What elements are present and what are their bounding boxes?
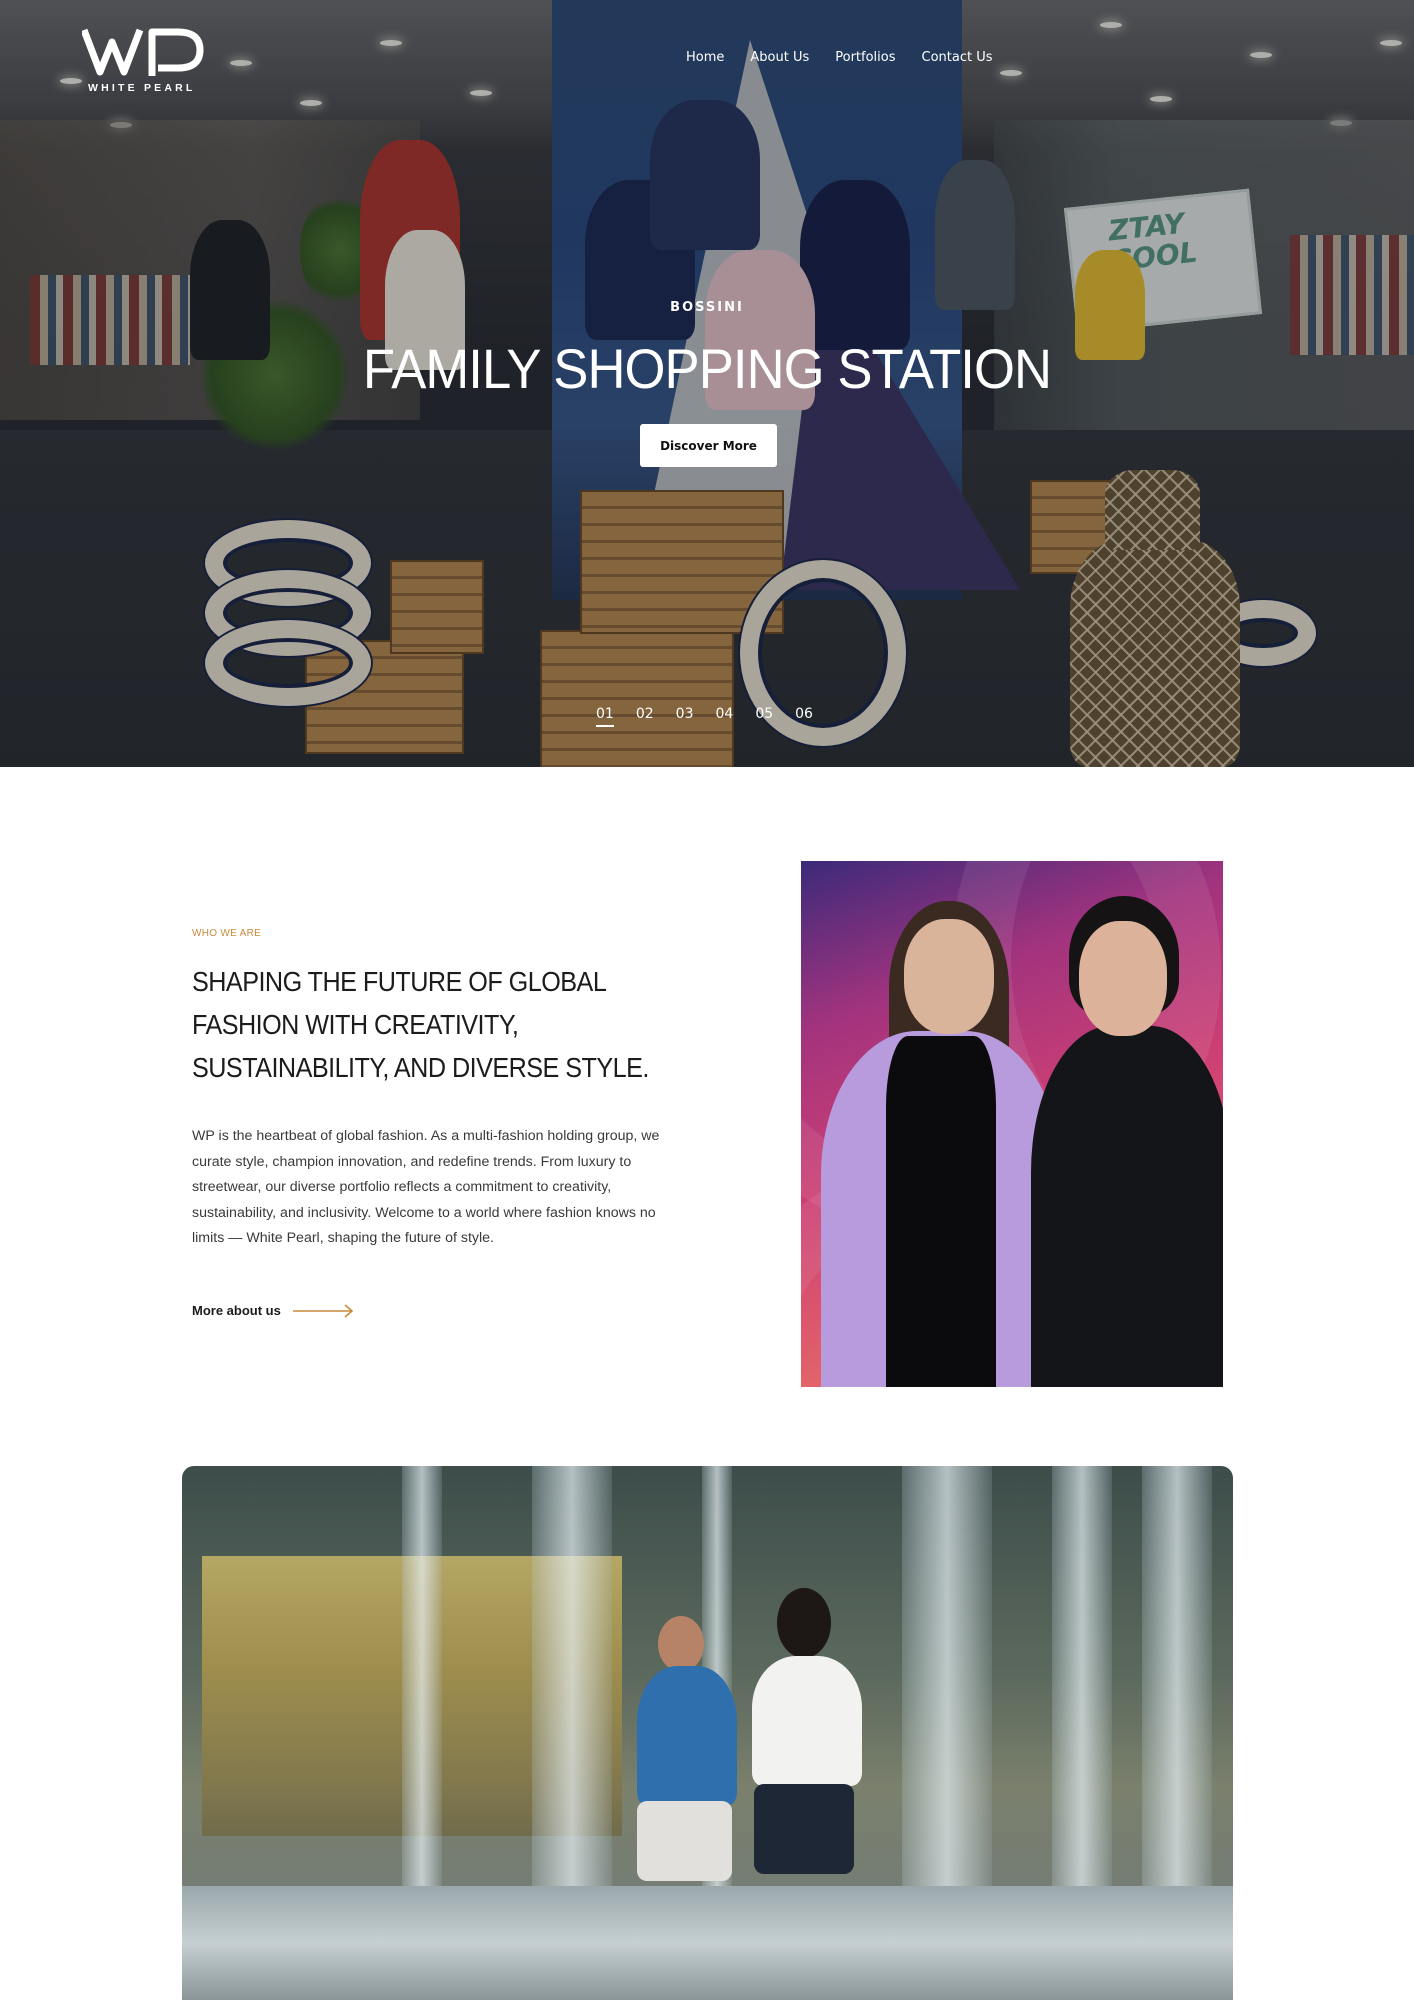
section-kicker: WHO WE ARE: [192, 928, 262, 939]
slide-indicator-06[interactable]: 06: [795, 706, 813, 727]
logo-wordmark: WHITE PEARL: [88, 82, 196, 94]
slide-indicator-03[interactable]: 03: [676, 706, 694, 727]
nav-item-contact-us[interactable]: Contact Us: [922, 50, 993, 65]
wp-logo-icon: [82, 28, 204, 76]
about-description: WP is the heartbeat of global fashion. A…: [192, 1128, 660, 1247]
slide-indicator-04[interactable]: 04: [715, 706, 733, 727]
nav-item-home[interactable]: Home: [686, 50, 724, 65]
models-photo: [801, 861, 1223, 1387]
hero-slider: ZTAY COOL WHITE PEARL Home About Us Port…: [0, 0, 1414, 767]
about-title: SHAPING THE FUTURE OF GLOBAL FASHION WIT…: [192, 966, 649, 1083]
slide-indicator-01[interactable]: 01: [596, 706, 614, 727]
nav-item-about-us[interactable]: About Us: [750, 50, 809, 65]
more-about-us-link[interactable]: More about us: [192, 1303, 355, 1318]
nav-item-portfolios[interactable]: Portfolios: [835, 50, 895, 65]
more-about-us-label: More about us: [192, 1303, 281, 1318]
arrow-right-icon: [292, 1303, 354, 1318]
slide-pagination: 01 02 03 04 05 06: [596, 706, 813, 727]
hero-kicker: BOSSINI: [670, 300, 744, 315]
discover-more-button[interactable]: Discover More: [640, 424, 777, 467]
brand-video[interactable]: [182, 1466, 1233, 2000]
hero-title: FAMILY SHOPPING STATION: [362, 337, 1052, 400]
slide-indicator-05[interactable]: 05: [755, 706, 773, 727]
main-nav: Home About Us Portfolios Contact Us: [686, 50, 993, 65]
slide-indicator-02[interactable]: 02: [636, 706, 654, 727]
